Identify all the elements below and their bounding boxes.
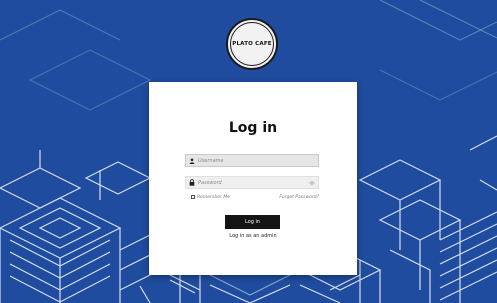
login-card: Log in Username Remember Me Forgot Passw… [149,82,357,275]
logo-ring: PLATO CAFE [230,22,274,66]
login-title: Log in [228,120,278,136]
username-input[interactable] [198,155,318,166]
remember-label: Remember Me [197,194,230,200]
login-options: Remember Me Forgot Password? [191,193,319,201]
admin-login-link[interactable]: Log in as an admin [149,233,357,239]
login-button[interactable]: Log in [225,215,280,229]
plato-cafe-logo: PLATO CAFE [226,18,278,70]
remember-checkbox[interactable] [191,195,195,199]
user-icon [186,157,198,164]
password-input[interactable] [198,177,306,188]
forgot-password-link[interactable]: Forgot Password? [279,195,319,200]
remember-me[interactable]: Remember Me [191,195,230,200]
login-page: PLATO CAFE Log in Username Remember Me F… [0,0,497,303]
password-field[interactable] [185,176,319,189]
logo-text: PLATO CAFE [232,41,272,47]
eye-icon[interactable] [306,180,318,185]
lock-icon [186,179,198,186]
username-field[interactable] [185,154,319,167]
